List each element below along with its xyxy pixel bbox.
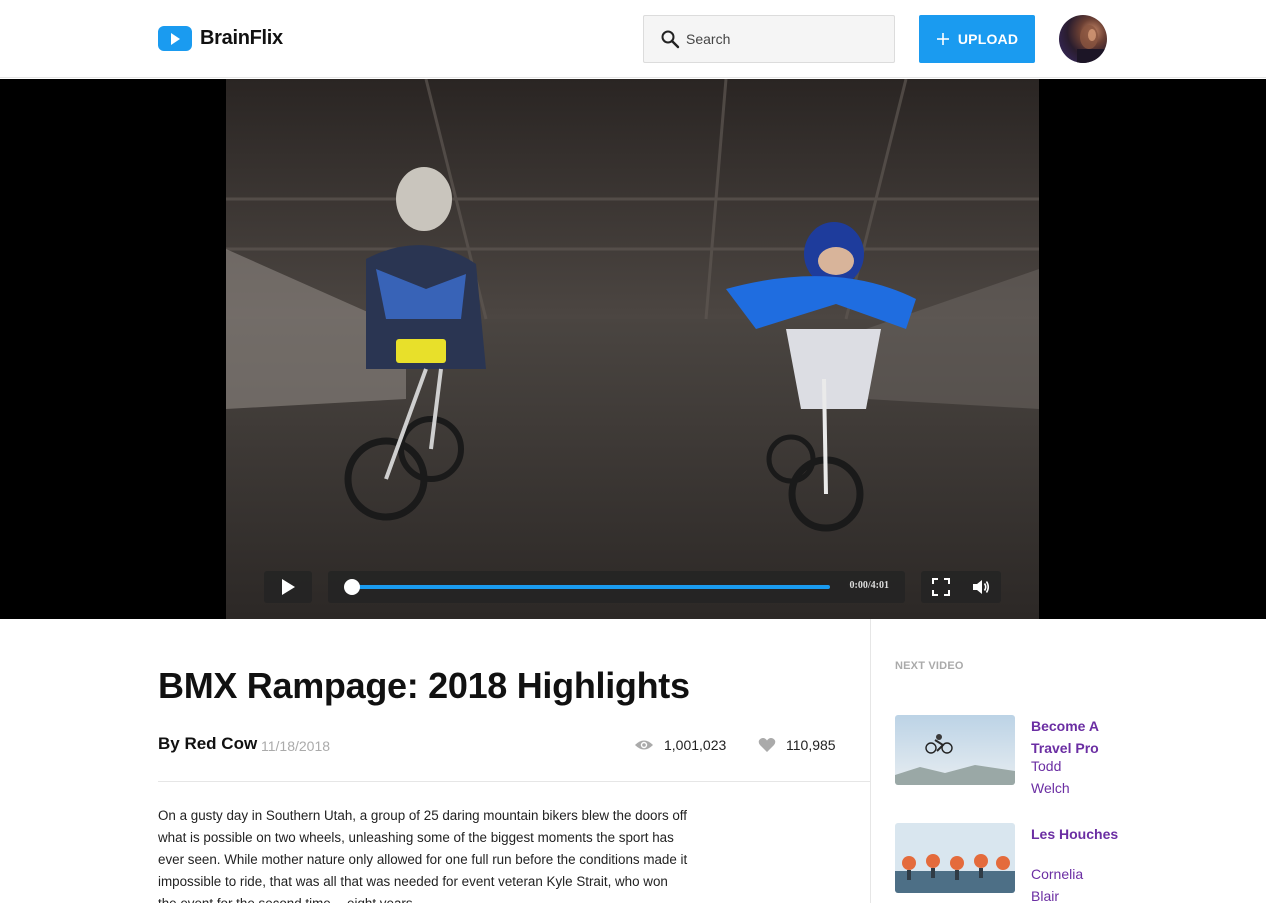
- next-video-heading: NEXT VIDEO: [895, 660, 964, 672]
- video-title: BMX Rampage: 2018 Highlights: [158, 665, 690, 706]
- player-extra-controls: [921, 571, 1001, 603]
- search-input[interactable]: [686, 31, 876, 47]
- video-thumbnail[interactable]: [895, 823, 1015, 893]
- play-button[interactable]: [264, 571, 312, 603]
- fullscreen-icon[interactable]: [932, 578, 950, 596]
- progress-track[interactable]: [346, 585, 830, 589]
- upload-button[interactable]: UPLOAD: [919, 15, 1035, 63]
- brand-name: BrainFlix: [200, 27, 283, 49]
- next-video-author[interactable]: Todd Welch: [1031, 755, 1101, 799]
- likes-stat[interactable]: 110,985: [758, 737, 836, 753]
- site-header: BrainFlix UPLOAD: [0, 0, 1266, 78]
- views-count: 1,001,023: [664, 737, 727, 753]
- video-player[interactable]: 0:00/4:01: [226, 79, 1039, 619]
- views-stat: 1,001,023: [634, 737, 726, 753]
- video-thumbnail[interactable]: [895, 715, 1015, 785]
- search-icon: [661, 30, 680, 49]
- next-video-title[interactable]: Become A Travel Pro: [1031, 715, 1121, 759]
- progress-bar[interactable]: 0:00/4:01: [328, 571, 905, 603]
- next-video-title[interactable]: Les Houches: [1031, 823, 1121, 845]
- section-divider: [158, 781, 870, 782]
- sidebar-divider: [870, 619, 871, 903]
- play-logo-icon: [158, 26, 192, 51]
- likes-count: 110,985: [786, 737, 836, 753]
- search-box[interactable]: [643, 15, 895, 63]
- brand-logo[interactable]: BrainFlix: [158, 26, 283, 51]
- heart-icon[interactable]: [758, 737, 776, 753]
- video-author: By Red Cow: [158, 734, 258, 753]
- upload-label: UPLOAD: [957, 31, 1019, 47]
- scrub-handle[interactable]: [344, 579, 360, 595]
- video-date: 11/18/2018: [261, 738, 331, 754]
- plus-icon: [936, 33, 949, 45]
- video-description: On a gusty day in Southern Utah, a group…: [158, 808, 688, 903]
- video-stage: 0:00/4:01: [0, 79, 1266, 619]
- eye-icon: [635, 740, 653, 750]
- user-avatar[interactable]: [1059, 15, 1107, 63]
- next-video-author[interactable]: Cornelia Blair: [1031, 863, 1101, 903]
- play-icon: [282, 579, 295, 595]
- timecode: 0:00/4:01: [849, 580, 889, 591]
- volume-icon[interactable]: [972, 578, 990, 596]
- video-frame-image: [226, 79, 1039, 619]
